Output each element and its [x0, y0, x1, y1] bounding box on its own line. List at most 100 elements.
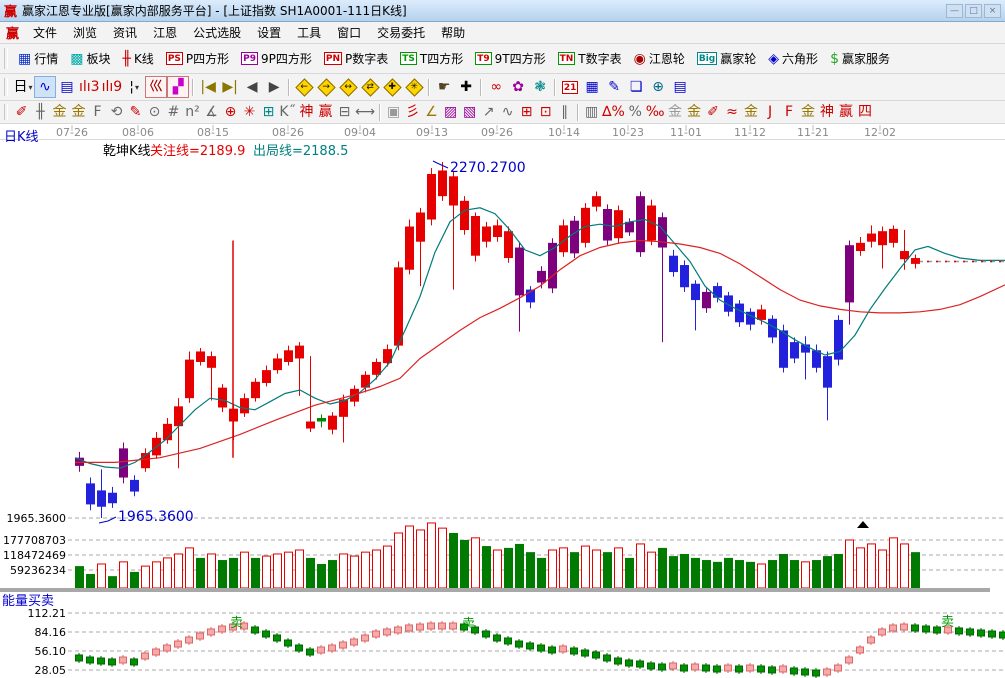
gold-lines-button[interactable]: 金 — [685, 103, 704, 122]
gann-pattern-button[interactable]: 巛 — [145, 76, 167, 98]
angle-tool-button[interactable]: ∡ — [202, 103, 221, 122]
gann-grid-button[interactable]: ╫ — [31, 103, 50, 122]
menu-item-trade[interactable]: 交易委托 — [369, 22, 433, 43]
diamond-arrow-right-button[interactable]: → — [315, 76, 337, 98]
time-grid-button[interactable]: # — [164, 103, 183, 122]
menu-item-browse[interactable]: 浏览 — [65, 22, 105, 43]
permille-line-button[interactable]: ‰ — [645, 103, 666, 122]
spiral-button[interactable]: ⟲ — [107, 103, 126, 122]
fibo-grid-button[interactable]: F — [88, 103, 107, 122]
close-button[interactable]: × — [984, 4, 1001, 18]
kline-chart[interactable]: 07-2608-0608-1508-2609-0409-1309-2610-14… — [0, 124, 1005, 678]
slash-lines-button[interactable]: ∠ — [422, 103, 441, 122]
star-grid-button[interactable]: ✳ — [240, 103, 259, 122]
gold-grid-1-button[interactable]: 金 — [50, 103, 69, 122]
prev-page-button[interactable]: ◀ — [241, 76, 263, 98]
grid-red-1-button[interactable]: ⊞ — [517, 103, 536, 122]
j-angle-button[interactable]: J — [761, 103, 780, 122]
num-grid-button[interactable]: ⊟ — [335, 103, 354, 122]
t-number-table-button[interactable]: TNT数字表 — [552, 47, 628, 70]
winner-service-button[interactable]: $赢家服务 — [824, 47, 896, 70]
menu-item-tools[interactable]: 工具 — [289, 22, 329, 43]
print-button[interactable]: ▤ — [669, 76, 691, 98]
web-button[interactable]: ⊕ — [647, 76, 669, 98]
width-arrows-button[interactable]: ⟷ — [354, 103, 376, 122]
pct-triangle-button[interactable]: ∆% — [601, 103, 626, 122]
crosshair-tool-button[interactable]: ✚ — [455, 76, 477, 98]
hand-tool-button[interactable]: ☛ — [433, 76, 455, 98]
ying-grid-button[interactable]: 赢 — [316, 103, 335, 122]
quotes-button[interactable]: ▦行情 — [12, 47, 64, 70]
f-angle-button[interactable]: F — [780, 103, 799, 122]
measure-tool-button[interactable]: ∞ — [485, 76, 507, 98]
histogram-view-button[interactable]: ▞ — [167, 76, 189, 98]
pen-ruler-button[interactable]: ✎ — [126, 103, 145, 122]
menu-item-file[interactable]: 文件 — [25, 22, 65, 43]
menu-item-help[interactable]: 帮助 — [433, 22, 473, 43]
save-button[interactable]: ❏ — [625, 76, 647, 98]
menu-item-formula-picker[interactable]: 公式选股 — [185, 22, 249, 43]
bars-3-button[interactable]: ılı3 — [78, 76, 101, 98]
rect-tool-button[interactable]: ▣ — [384, 103, 403, 122]
9p-square-button[interactable]: P99P四方形 — [235, 47, 318, 70]
last-page-button[interactable]: ▶| — [219, 76, 241, 98]
zigzag-button[interactable]: ∿ — [498, 103, 517, 122]
si-angle-button[interactable]: 四 — [856, 103, 875, 122]
calculator-button[interactable]: ▦ — [581, 76, 603, 98]
n-square-button[interactable]: n² — [183, 103, 202, 122]
box-hatch-button[interactable]: ▧ — [460, 103, 479, 122]
wave-lines-button[interactable]: ≈ — [723, 103, 742, 122]
pattern-view-button[interactable]: ∿ — [34, 76, 56, 98]
flower-tool-button[interactable]: ✿ — [507, 76, 529, 98]
ying-angle-button[interactable]: 赢 — [837, 103, 856, 122]
trend-lines-button[interactable]: ↗ — [479, 103, 498, 122]
diamond-arrow-swap-button[interactable]: ⇄ — [359, 76, 381, 98]
k-mark-button[interactable]: K˝ — [278, 103, 297, 122]
kline-button[interactable]: ╫K线 — [117, 47, 160, 70]
first-page-button[interactable]: |◀ — [197, 76, 219, 98]
9t-square-button[interactable]: T99T四方形 — [469, 47, 551, 70]
percent-button[interactable]: % — [626, 103, 645, 122]
parallel-lines-button[interactable]: ∥ — [555, 103, 574, 122]
diamond-arrow-cross-button[interactable]: ✚ — [381, 76, 403, 98]
hexagon-button[interactable]: ◈六角形 — [762, 47, 824, 70]
calendar-button[interactable]: 21 — [559, 76, 581, 98]
winner-wheel-button[interactable]: Big赢家轮 — [691, 47, 762, 70]
diamond-arrow-left-button[interactable]: ← — [293, 76, 315, 98]
doc-edit-button[interactable]: ✎ — [603, 76, 625, 98]
sectors-button[interactable]: ▩板块 — [64, 47, 116, 70]
menu-item-gann[interactable]: 江恩 — [145, 22, 185, 43]
pen-knife-button[interactable]: ✐ — [12, 103, 31, 122]
target-tool-button[interactable]: ⊕ — [221, 103, 240, 122]
diamond-arrow-star-button[interactable]: ✳ — [403, 76, 425, 98]
bars-9-button[interactable]: ılı9 — [101, 76, 124, 98]
grid-red-2-button[interactable]: ⊡ — [536, 103, 555, 122]
column-stats-button[interactable]: ▥ — [582, 103, 601, 122]
gann-wheel-button[interactable]: ◉江恩轮 — [628, 47, 691, 70]
pen-small-button[interactable]: ✐ — [704, 103, 723, 122]
diamond-arrow-lr-button[interactable]: ↔ — [337, 76, 359, 98]
p-square-button[interactable]: PSP四方形 — [160, 47, 235, 70]
next-page-button[interactable]: ▶ — [263, 76, 285, 98]
minimize-button[interactable]: — — [946, 4, 963, 18]
candle-type-button[interactable]: ¦▾ — [123, 76, 145, 98]
time-circle-button[interactable]: ⊙ — [145, 103, 164, 122]
box-grid-button[interactable]: ⊞ — [259, 103, 278, 122]
menu-item-news[interactable]: 资讯 — [105, 22, 145, 43]
menu-item-settings[interactable]: 设置 — [249, 22, 289, 43]
shen-grid-button[interactable]: 神 — [297, 103, 316, 122]
p-number-table-button[interactable]: PNP数字表 — [318, 47, 394, 70]
t-square-button[interactable]: TST四方形 — [394, 47, 469, 70]
note-view-button[interactable]: ▤ — [56, 76, 78, 98]
maximize-button[interactable]: □ — [965, 4, 982, 18]
ray-fan-button[interactable]: 彡 — [403, 103, 422, 122]
gold-angle-2-button[interactable]: 金 — [799, 103, 818, 122]
gold-grid-2-button[interactable]: 金 — [69, 103, 88, 122]
net-tool-button[interactable]: ❃ — [529, 76, 551, 98]
menu-item-window[interactable]: 窗口 — [329, 22, 369, 43]
gold-angle-1-button[interactable]: 金 — [742, 103, 761, 122]
shen-angle-button[interactable]: 神 — [818, 103, 837, 122]
gold-circle-button[interactable]: 金 — [666, 103, 685, 122]
kline-style-button[interactable]: 日▾ — [12, 76, 34, 98]
box-x-button[interactable]: ▨ — [441, 103, 460, 122]
